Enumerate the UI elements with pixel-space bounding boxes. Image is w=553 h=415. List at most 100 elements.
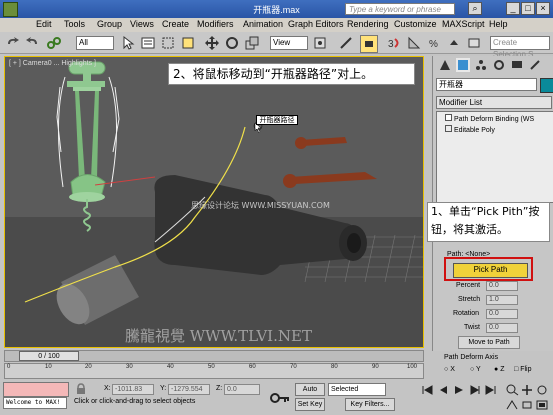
watermark-bottom: 騰龍視覺 WWW.TLVI.NET [125,327,312,345]
move-icon[interactable] [204,35,220,51]
menu-views[interactable]: Views [130,19,154,29]
svg-text:3: 3 [388,39,394,50]
object-color-swatch[interactable] [540,78,553,93]
set-key-button[interactable]: Set Key [295,398,325,411]
motion-tab-icon[interactable] [492,58,506,72]
pan-icon[interactable] [520,384,534,396]
pivot-icon[interactable] [312,35,328,51]
search-input[interactable]: Type a keyword or phrase [345,3,455,15]
orbit-icon[interactable] [535,384,549,396]
viewport-label[interactable]: [ + ] Camera0 ... Highlights ] [9,60,96,67]
maximize-button[interactable]: □ [521,2,535,15]
menu-maxscript[interactable]: MAXScript [442,19,485,29]
select-manipulate-icon[interactable] [338,35,354,51]
create-tab-icon[interactable] [438,58,452,72]
menu-group[interactable]: Group [97,19,122,29]
pick-path-button[interactable]: Pick Path [453,263,528,278]
selection-filter-dropdown[interactable]: All [76,36,114,50]
maximize-viewport-icon[interactable] [535,399,549,411]
corkscrew-object [67,61,106,232]
goto-start-icon[interactable] [420,384,434,396]
lock-selection-icon[interactable] [74,383,88,395]
undo-icon[interactable] [5,35,21,51]
twist-label: Twist [464,324,480,331]
next-frame-icon[interactable] [468,384,482,396]
edit-named-selection-icon[interactable] [466,35,482,51]
menu-create[interactable]: Create [162,19,189,29]
rotate-icon[interactable] [224,35,240,51]
light-bulb-icon[interactable] [445,114,452,121]
track-bar[interactable]: 0 10 20 30 40 50 60 70 80 90 100 [4,363,424,379]
window-crossing-icon[interactable] [180,35,196,51]
goto-end-icon[interactable] [484,384,498,396]
stack-item-label: Path Deform Binding (WS [454,116,535,123]
menu-animation[interactable]: Animation [243,19,283,29]
hierarchy-tab-icon[interactable] [474,58,488,72]
reference-coord-dropdown[interactable]: View [270,36,308,50]
snap-3d-icon[interactable]: 3 [386,35,402,51]
percent-snap-icon[interactable]: % [426,35,442,51]
scale-icon[interactable] [244,35,260,51]
key-filters-button[interactable]: Key Filters... [345,398,395,411]
y-coord-field[interactable]: -1279.554 [168,384,210,395]
play-icon[interactable] [452,384,466,396]
menu-help[interactable]: Help [489,19,508,29]
z-coord-field[interactable]: 0.0 [224,384,260,395]
axis-x-radio[interactable]: ○ X [444,366,455,373]
menu-graph-editors[interactable]: Graph Editors [288,19,344,29]
menu-edit[interactable]: Edit [36,19,52,29]
stack-item-editable-poly[interactable]: Editable Poly [439,125,553,135]
stack-item-path-deform[interactable]: Path Deform Binding (WS [439,114,553,124]
display-tab-icon[interactable] [510,58,524,72]
modify-tab-icon[interactable] [456,58,470,72]
key-mode-dropdown[interactable]: Selected [328,383,386,396]
select-by-name-icon[interactable] [140,35,156,51]
tick-label: 20 [85,364,92,370]
x-coord-field[interactable]: -1011.83 [112,384,154,395]
menu-customize[interactable]: Customize [394,19,437,29]
dolly-icon[interactable] [520,399,534,411]
maxscript-listener[interactable] [3,382,69,397]
keyboard-shortcut-icon[interactable] [360,35,378,53]
select-link-icon[interactable] [46,35,62,51]
minimize-button[interactable]: _ [506,2,520,15]
axis-y-radio[interactable]: ○ Y [470,366,481,373]
auto-key-button[interactable]: Auto Key [295,383,325,405]
stack-item-label: Editable Poly [454,127,495,134]
rotation-label: Rotation [453,310,480,317]
rotation-spinner[interactable]: 0.0 [486,309,518,319]
key-icon[interactable] [270,390,290,406]
menu-tools[interactable]: Tools [64,19,85,29]
search-icon[interactable]: ⌕ [468,2,482,15]
time-slider[interactable]: 0 / 100 [4,350,424,362]
menu-rendering[interactable]: Rendering [347,19,389,29]
modifier-stack[interactable]: Path Deform Binding (WS Editable Poly [436,111,553,203]
welcome-message[interactable]: Welcome to MAX! [3,397,67,409]
menu-modifiers[interactable]: Modifiers [197,19,234,29]
percent-spinner[interactable]: 0.0 [486,281,518,291]
time-slider-thumb[interactable]: 0 / 100 [19,351,79,361]
utilities-tab-icon[interactable] [528,58,542,72]
twist-spinner[interactable]: 0.0 [486,323,518,333]
move-to-path-button[interactable]: Move to Path [458,336,520,349]
axis-z-radio[interactable]: ● Z [494,366,504,373]
flip-label: Flip [520,366,532,373]
modifier-list-dropdown[interactable]: Modifier List [436,96,552,109]
stretch-spinner[interactable]: 1.0 [486,295,518,305]
stretch-label: Stretch [458,296,481,303]
select-object-icon[interactable] [120,35,136,51]
field-of-view-icon[interactable] [505,399,519,411]
angle-snap-icon[interactable] [406,35,422,51]
spinner-snap-icon[interactable] [446,35,462,51]
named-selection-dropdown[interactable]: Create Selection S [490,36,550,59]
flip-checkbox[interactable]: □ Flip [514,366,531,373]
camera-viewport[interactable]: [ + ] Camera0 ... Highlights ] 思缘设计论坛 WW… [4,56,424,348]
previous-frame-icon[interactable] [436,384,450,396]
close-button[interactable]: × [536,2,550,15]
object-name-field[interactable]: 开瓶器 [436,78,537,91]
region-select-icon[interactable] [160,35,176,51]
expand-icon[interactable] [445,125,452,132]
annotation-step-1: 1、单击“Pick Pith”按钮，将其激活。 [427,202,550,242]
redo-icon[interactable] [24,35,40,51]
zoom-icon[interactable] [505,384,519,396]
